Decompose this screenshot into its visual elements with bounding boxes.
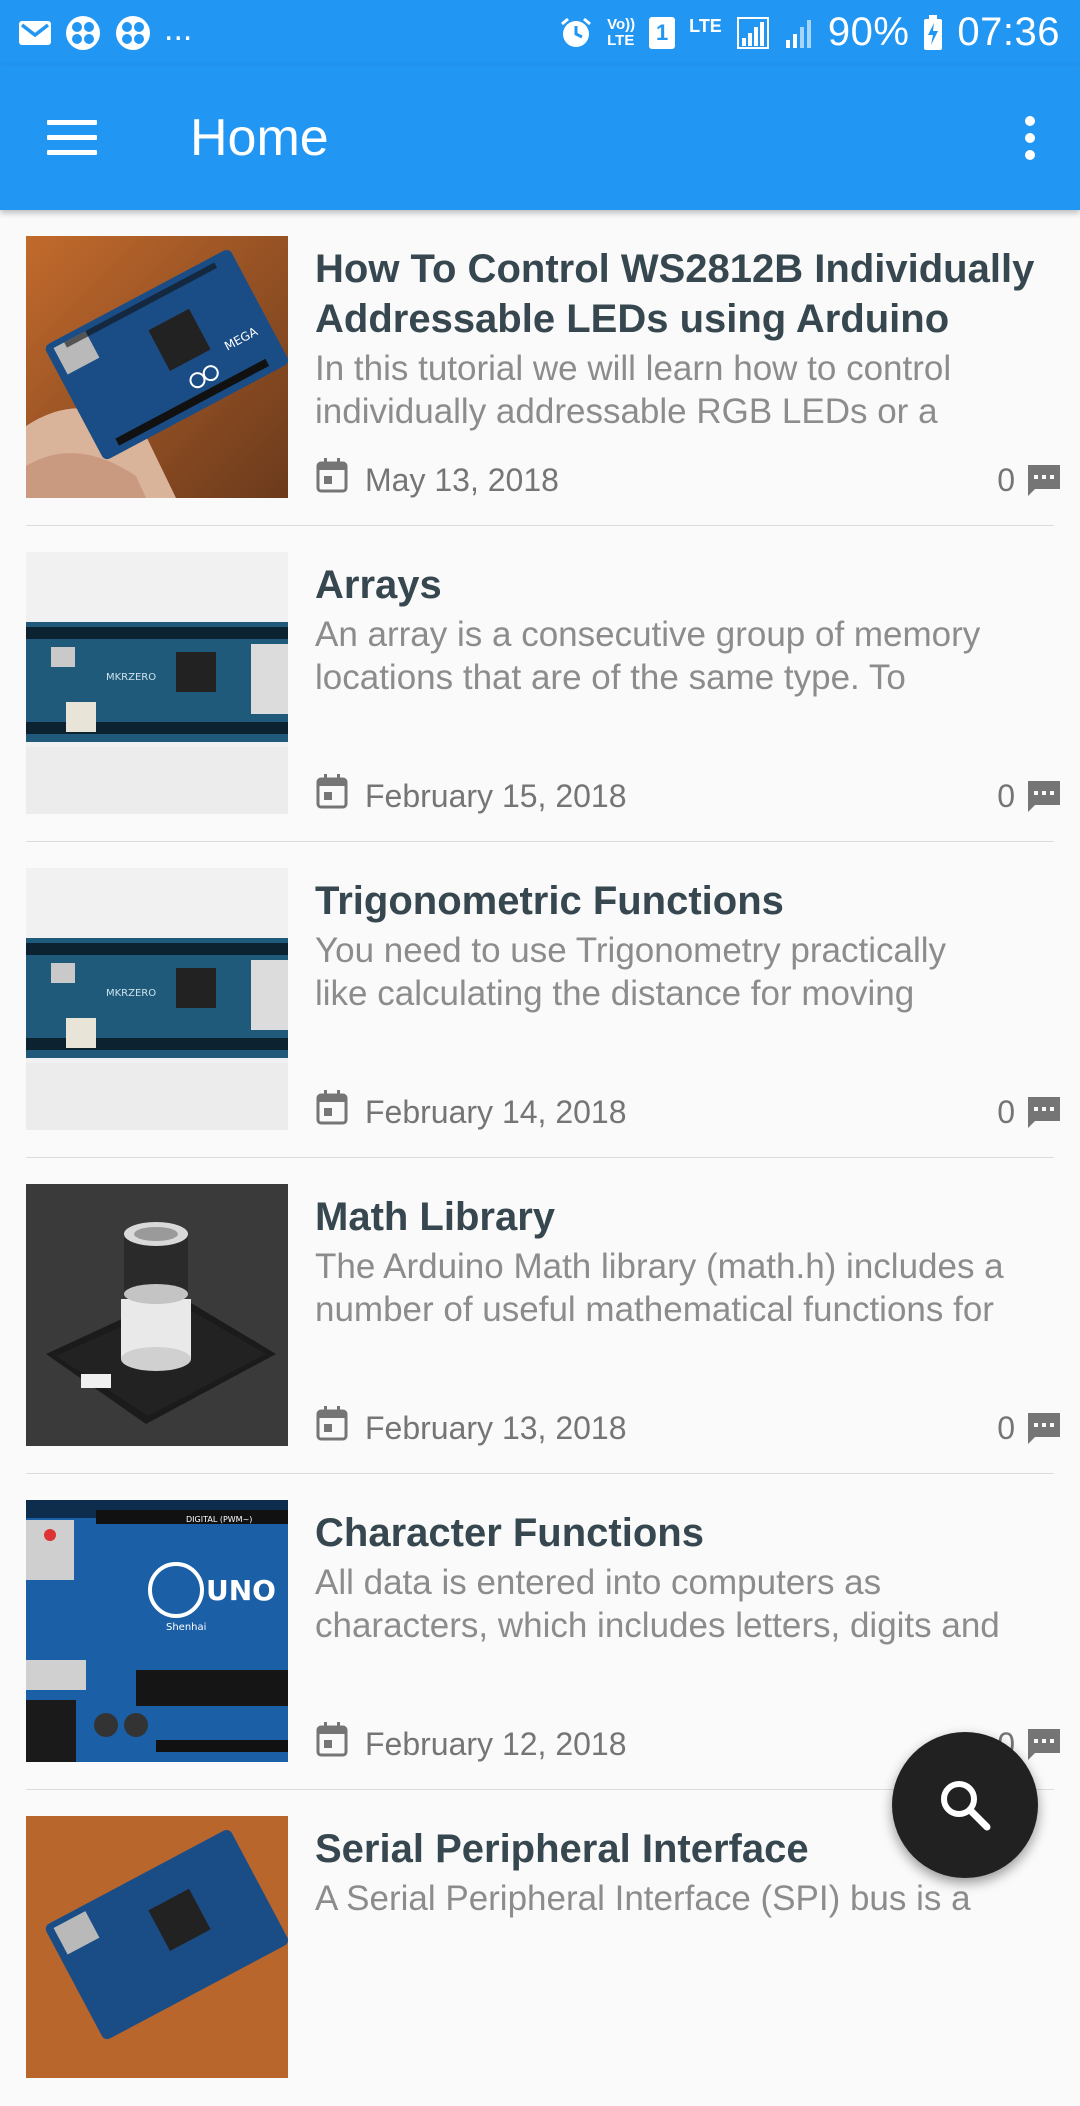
comment-count-value: 0 — [997, 1094, 1015, 1130]
app-notification-icon — [116, 16, 150, 50]
alarm-icon — [561, 17, 592, 47]
post-title[interactable]: Trigonometric Functions — [315, 876, 1065, 926]
calendar-icon — [316, 458, 348, 493]
post-thumbnail[interactable]: MKRZERO — [26, 868, 288, 1130]
post-title[interactable]: How To Control WS2812B Individually Addr… — [315, 244, 1065, 344]
app-bar: Home — [0, 66, 1080, 210]
comment-icon — [1028, 1728, 1060, 1760]
system-indicators: Vo)) LTE 1 LTE 90% 07:36 — [559, 10, 1060, 55]
board-label-mkrzero: MKRZERO — [106, 672, 156, 683]
post-excerpt-line: An array is a consecutive group of memor… — [315, 615, 981, 654]
comment-count[interactable]: 0 — [997, 1410, 1063, 1447]
notification-icons: ... — [18, 10, 192, 52]
status-bar: ... Vo)) LTE 1 LTE 90% 07:36 — [0, 0, 1080, 66]
comment-count-value: 0 — [997, 462, 1015, 498]
post-excerpt-line: like calculating the distance for moving — [315, 974, 915, 1013]
comment-icon — [1028, 780, 1060, 812]
calendar-icon — [316, 1090, 348, 1125]
board-label-mkrzero: MKRZERO — [106, 988, 156, 999]
post-date: February 12, 2018 — [365, 1726, 627, 1762]
post-title[interactable]: Arrays — [315, 560, 1065, 610]
post-excerpt-line: number of useful mathematical functions … — [315, 1290, 994, 1329]
calendar-icon — [316, 1406, 348, 1441]
post-thumbnail[interactable]: MEGA — [26, 236, 288, 498]
post-date: May 13, 2018 — [365, 462, 559, 498]
post-thumbnail[interactable] — [26, 1184, 288, 1446]
post-excerpt-line: individually addressable RGB LEDs or a — [315, 392, 938, 431]
volte-icon: Vo)) LTE — [607, 15, 636, 49]
post-date: February 15, 2018 — [365, 778, 627, 814]
post-excerpt-line: A Serial Peripheral Interface (SPI) bus … — [315, 1879, 971, 1918]
calendar-icon — [316, 1722, 348, 1757]
post-excerpt-line: characters, which includes letters, digi… — [315, 1606, 1000, 1645]
post-thumbnail[interactable] — [26, 1816, 288, 2078]
app-notification-icon — [66, 16, 100, 50]
search-icon — [941, 1781, 991, 1831]
comment-icon — [1028, 464, 1060, 496]
network-type-label: LTE — [689, 16, 722, 36]
post-card[interactable]: MKRZERO Trigonometric Functions You need… — [26, 842, 1060, 1158]
post-date: February 13, 2018 — [365, 1410, 627, 1446]
menu-icon[interactable] — [36, 106, 108, 170]
clock: 07:36 — [957, 10, 1060, 54]
comment-icon — [1028, 1096, 1060, 1128]
post-meta: May 13, 2018 0 — [315, 456, 1075, 500]
post-card[interactable]: UNO Shenhai DIGITAL (PWM~) Character Fun… — [26, 1474, 1060, 1790]
signal-strength-icon — [736, 16, 769, 49]
search-button[interactable] — [892, 1732, 1038, 1878]
board-label-digital: DIGITAL (PWM~) — [186, 1515, 252, 1524]
post-card[interactable]: MKRZERO Arrays An array is a consecutive… — [26, 526, 1060, 842]
post-excerpt-line: In this tutorial we will learn how to co… — [315, 349, 952, 388]
comment-count[interactable]: 0 — [997, 462, 1063, 499]
post-date: February 14, 2018 — [365, 1094, 627, 1130]
board-label-maker: Shenhai — [166, 1622, 206, 1633]
comment-count-value: 0 — [997, 1410, 1015, 1446]
post-meta: February 15, 2018 0 — [315, 772, 1075, 816]
gmail-notification-icon — [19, 21, 51, 45]
post-thumbnail[interactable]: MKRZERO — [26, 552, 288, 814]
more-vert-icon[interactable] — [1010, 106, 1050, 170]
post-thumbnail[interactable]: UNO Shenhai DIGITAL (PWM~) — [26, 1500, 288, 1762]
post-title[interactable]: Math Library — [315, 1192, 1065, 1242]
post-excerpt-line: You need to use Trigonometry practically — [315, 931, 947, 970]
battery-charging-icon — [924, 14, 943, 50]
post-excerpt-line: The Arduino Math library (math.h) includ… — [315, 1247, 1004, 1286]
post-meta: February 14, 2018 0 — [315, 1088, 1075, 1132]
post-meta: February 13, 2018 0 — [315, 1404, 1075, 1448]
board-label-uno: UNO — [206, 1574, 276, 1607]
post-card[interactable]: Math Library The Arduino Math library (m… — [26, 1158, 1060, 1474]
more-notifications-indicator: ... — [164, 9, 193, 48]
page-title: Home — [190, 109, 329, 167]
post-excerpt-line: All data is entered into computers as — [315, 1563, 882, 1602]
signal-strength-icon — [785, 19, 811, 48]
post-card[interactable]: MEGA How To Control WS2812B Individually… — [26, 210, 1060, 526]
sim-slot-icon: 1 — [649, 16, 676, 49]
calendar-icon — [316, 774, 348, 809]
comment-icon — [1028, 1412, 1060, 1444]
post-title[interactable]: Character Functions — [315, 1508, 1065, 1558]
comment-count-value: 0 — [997, 778, 1015, 814]
comment-count[interactable]: 0 — [997, 778, 1063, 815]
battery-percent: 90% — [827, 10, 910, 54]
post-excerpt-line: locations that are of the same type. To — [315, 658, 906, 697]
comment-count[interactable]: 0 — [997, 1094, 1063, 1131]
